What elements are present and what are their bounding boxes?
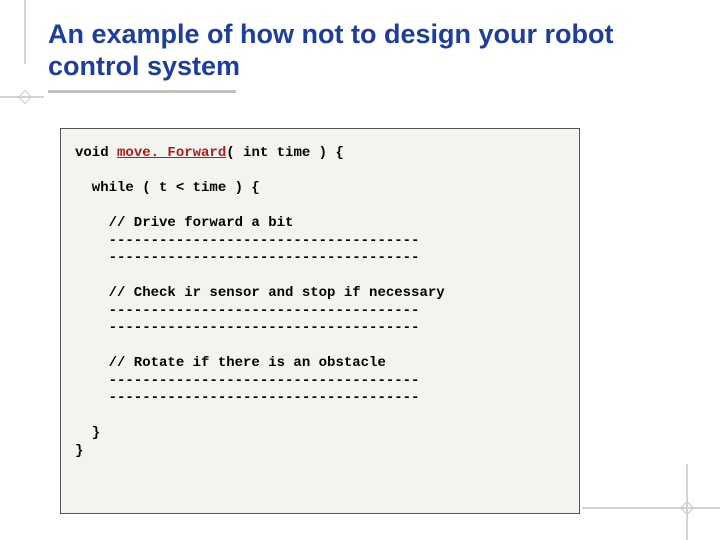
code-close-brace-inner: } xyxy=(75,425,100,441)
code-comment-check: // Check ir sensor and stop if necessary xyxy=(75,285,445,301)
code-comment-drive: // Drive forward a bit xyxy=(75,215,293,231)
code-placeholder-dashes: ------------------------------------- xyxy=(75,233,419,249)
code-close-brace-outer: } xyxy=(75,443,83,459)
code-keyword-void: void xyxy=(75,145,117,161)
title-underline xyxy=(48,90,236,93)
code-block: void move. Forward( int time ) { while (… xyxy=(60,128,580,514)
code-while-line: while ( t < time ) { xyxy=(75,180,260,196)
decoration-ornament xyxy=(680,501,694,515)
code-placeholder-dashes: ------------------------------------- xyxy=(75,303,419,319)
decoration-line xyxy=(582,507,720,509)
decoration-line xyxy=(24,0,26,64)
code-signature-params: ( int time ) { xyxy=(226,145,344,161)
slide: An example of how not to design your rob… xyxy=(0,0,720,540)
slide-title: An example of how not to design your rob… xyxy=(48,18,668,83)
code-function-name: move. Forward xyxy=(117,145,226,161)
code-placeholder-dashes: ------------------------------------- xyxy=(75,250,419,266)
code-placeholder-dashes: ------------------------------------- xyxy=(75,320,419,336)
decoration-ornament xyxy=(18,90,32,104)
code-comment-rotate: // Rotate if there is an obstacle xyxy=(75,355,386,371)
code-placeholder-dashes: ------------------------------------- xyxy=(75,373,419,389)
code-placeholder-dashes: ------------------------------------- xyxy=(75,390,419,406)
